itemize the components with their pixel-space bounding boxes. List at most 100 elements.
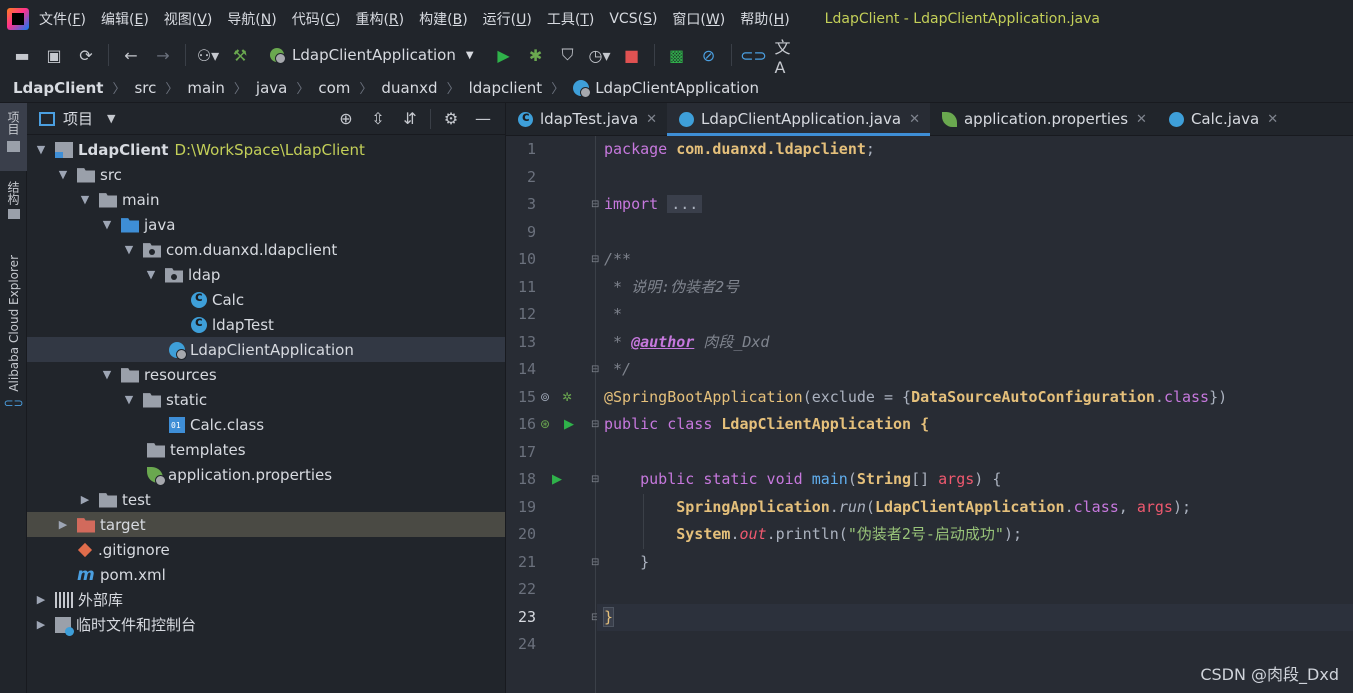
breadcrumb-item[interactable]: com <box>318 79 350 97</box>
menu-build[interactable]: 构建(B) <box>419 9 468 29</box>
tree-item-static[interactable]: ▼ static <box>27 387 505 412</box>
build-hammer-icon[interactable]: ⚒ <box>229 44 251 66</box>
find-usages-icon[interactable]: ⊚ <box>540 384 550 411</box>
tree-item-target[interactable]: ▶ target <box>27 512 505 537</box>
menu-window[interactable]: 窗口(W) <box>672 9 725 29</box>
gear-icon[interactable]: ⚙ <box>438 109 464 128</box>
spring-bean-icon[interactable]: ⊛ <box>540 411 550 438</box>
tree-item-calc-class[interactable]: Calc.class <box>27 412 505 437</box>
tree-item-src[interactable]: ▼ src <box>27 162 505 187</box>
tool-tab-structure[interactable]: 结构 <box>0 181 27 231</box>
chevron-down-icon[interactable]: ▼ <box>99 368 115 381</box>
menu-vcs[interactable]: VCS(S) <box>609 11 657 27</box>
tree-item-pom[interactable]: m pom.xml <box>27 562 505 587</box>
sync-icon[interactable]: ⟳ <box>75 44 97 66</box>
close-icon[interactable]: ✕ <box>1267 112 1278 127</box>
monitor-icon[interactable]: ▩ <box>666 44 688 66</box>
breadcrumb-item[interactable]: main <box>187 79 224 97</box>
menu-run[interactable]: 运行(U) <box>483 9 532 29</box>
menu-help[interactable]: 帮助(H) <box>740 9 789 29</box>
menu-refactor[interactable]: 重构(R) <box>355 9 404 29</box>
menu-tools[interactable]: 工具(T) <box>547 9 595 29</box>
save-icon[interactable]: ▣ <box>43 44 65 66</box>
menu-view[interactable]: 视图(V) <box>164 9 213 29</box>
coverage-icon[interactable]: ⛉ <box>557 44 579 66</box>
chevron-down-icon[interactable]: ▼ <box>107 112 115 125</box>
menu-navigate[interactable]: 导航(N) <box>227 9 276 29</box>
breadcrumb-item[interactable]: java <box>256 79 287 97</box>
project-panel-title[interactable]: 项目 <box>63 108 93 129</box>
tree-item-package[interactable]: ▼ com.duanxd.ldapclient <box>27 237 505 262</box>
menu-code[interactable]: 代码(C) <box>292 9 341 29</box>
chevron-down-icon[interactable]: ▼ <box>33 143 49 156</box>
run-gutter-icon[interactable]: ▶ <box>564 411 574 438</box>
chevron-right-icon[interactable]: ▶ <box>55 518 71 531</box>
tab-ldaptest[interactable]: ldapTest.java ✕ <box>506 103 667 135</box>
debug-icon[interactable]: ✱ <box>525 44 547 66</box>
tree-item-scratches[interactable]: ▶ 临时文件和控制台 <box>27 612 505 637</box>
expand-all-icon[interactable]: ⇳ <box>365 109 391 128</box>
run-gutter-icon[interactable]: ▶ <box>552 466 562 493</box>
folded-imports[interactable]: ... <box>667 195 703 213</box>
chevron-down-icon[interactable]: ▼ <box>77 193 93 206</box>
properties-file-icon <box>147 466 166 486</box>
chevron-down-icon[interactable]: ▼ <box>143 268 159 281</box>
locate-target-icon[interactable]: ⊕ <box>333 109 359 128</box>
tree-item-main[interactable]: ▼ main <box>27 187 505 212</box>
chevron-right-icon[interactable]: ▶ <box>33 593 49 606</box>
editor-gutter[interactable]: 1 2 3 9 10 11 12 13 14 15 16 17 18 19 20… <box>506 136 599 693</box>
close-icon[interactable]: ✕ <box>909 112 920 127</box>
menu-file[interactable]: 文件(F) <box>39 9 86 29</box>
tab-ldapclientapplication[interactable]: LdapClientApplication.java ✕ <box>667 103 930 136</box>
spring-bean-icon[interactable]: ✲ <box>562 384 572 411</box>
tree-item-label: LdapClientApplication <box>190 340 354 359</box>
chevron-down-icon[interactable]: ▼ <box>99 218 115 231</box>
tree-item-external-libraries[interactable]: ▶ 外部库 <box>27 587 505 612</box>
run-config-selector[interactable]: LdapClientApplication ▼ <box>262 42 482 68</box>
chevron-down-icon[interactable]: ▼ <box>121 393 137 406</box>
tool-tab-alibaba-cloud[interactable]: Alibaba Cloud Explorer ⊂⊃ <box>0 255 27 425</box>
tree-item-application-properties[interactable]: application.properties <box>27 462 505 487</box>
tree-item-calc[interactable]: Calc <box>27 287 505 312</box>
chevron-right-icon[interactable]: ▶ <box>77 493 93 506</box>
no-entry-icon[interactable]: ⊘ <box>698 44 720 66</box>
forward-arrow-icon[interactable]: → <box>152 44 174 66</box>
tree-item-gitignore[interactable]: .gitignore <box>27 537 505 562</box>
tree-item-resources[interactable]: ▼ resources <box>27 362 505 387</box>
breadcrumb-item[interactable]: src <box>134 79 156 97</box>
translate-icon[interactable]: 文A <box>775 38 797 77</box>
breadcrumb-item[interactable]: LdapClientApplication <box>595 79 759 97</box>
open-folder-icon[interactable]: ▬ <box>11 44 33 66</box>
breadcrumb-item[interactable]: ldapclient <box>469 79 543 97</box>
breadcrumb-item[interactable]: LdapClient <box>13 79 103 97</box>
tree-item-java[interactable]: ▼ java <box>27 212 505 237</box>
chevron-right-icon[interactable]: ▶ <box>33 618 49 631</box>
chevron-down-icon[interactable]: ▼ <box>55 168 71 181</box>
tree-item-templates[interactable]: templates <box>27 437 505 462</box>
close-icon[interactable]: ✕ <box>646 112 657 127</box>
menu-edit[interactable]: 编辑(E) <box>101 9 149 29</box>
tree-item-ldapclientapplication[interactable]: LdapClientApplication <box>27 337 505 362</box>
tree-item-ldap[interactable]: ▼ ldap <box>27 262 505 287</box>
close-icon[interactable]: ✕ <box>1136 112 1147 127</box>
chevron-down-icon[interactable]: ▼ <box>121 243 137 256</box>
tab-calc[interactable]: Calc.java ✕ <box>1157 103 1288 135</box>
tree-item-ldaptest[interactable]: ldapTest <box>27 312 505 337</box>
run-icon[interactable]: ▶ <box>493 44 515 66</box>
code-area[interactable]: package com.duanxd.ldapclient; import ..… <box>597 136 1353 693</box>
tree-item-test[interactable]: ▶ test <box>27 487 505 512</box>
profile-icon[interactable]: ◷▾ <box>589 44 611 66</box>
folder-icon <box>99 193 117 208</box>
collapse-all-icon[interactable]: ⇵ <box>397 109 423 128</box>
breadcrumb-item[interactable]: duanxd <box>381 79 437 97</box>
minimize-icon[interactable]: — <box>470 109 496 128</box>
tool-tab-project[interactable]: 项目 <box>0 103 27 171</box>
class-icon <box>191 290 207 308</box>
stop-icon[interactable]: ■ <box>621 44 643 66</box>
back-arrow-icon[interactable]: ← <box>120 44 142 66</box>
folder-icon <box>147 443 165 458</box>
user-dropdown-icon[interactable]: ⚇▾ <box>197 44 219 66</box>
alibaba-cloud-icon[interactable]: ⊂⊃ <box>740 44 767 66</box>
tree-item-root[interactable]: ▼ LdapClient D:\WorkSpace\LdapClient <box>27 137 505 162</box>
tab-application-properties[interactable]: application.properties ✕ <box>930 103 1157 135</box>
